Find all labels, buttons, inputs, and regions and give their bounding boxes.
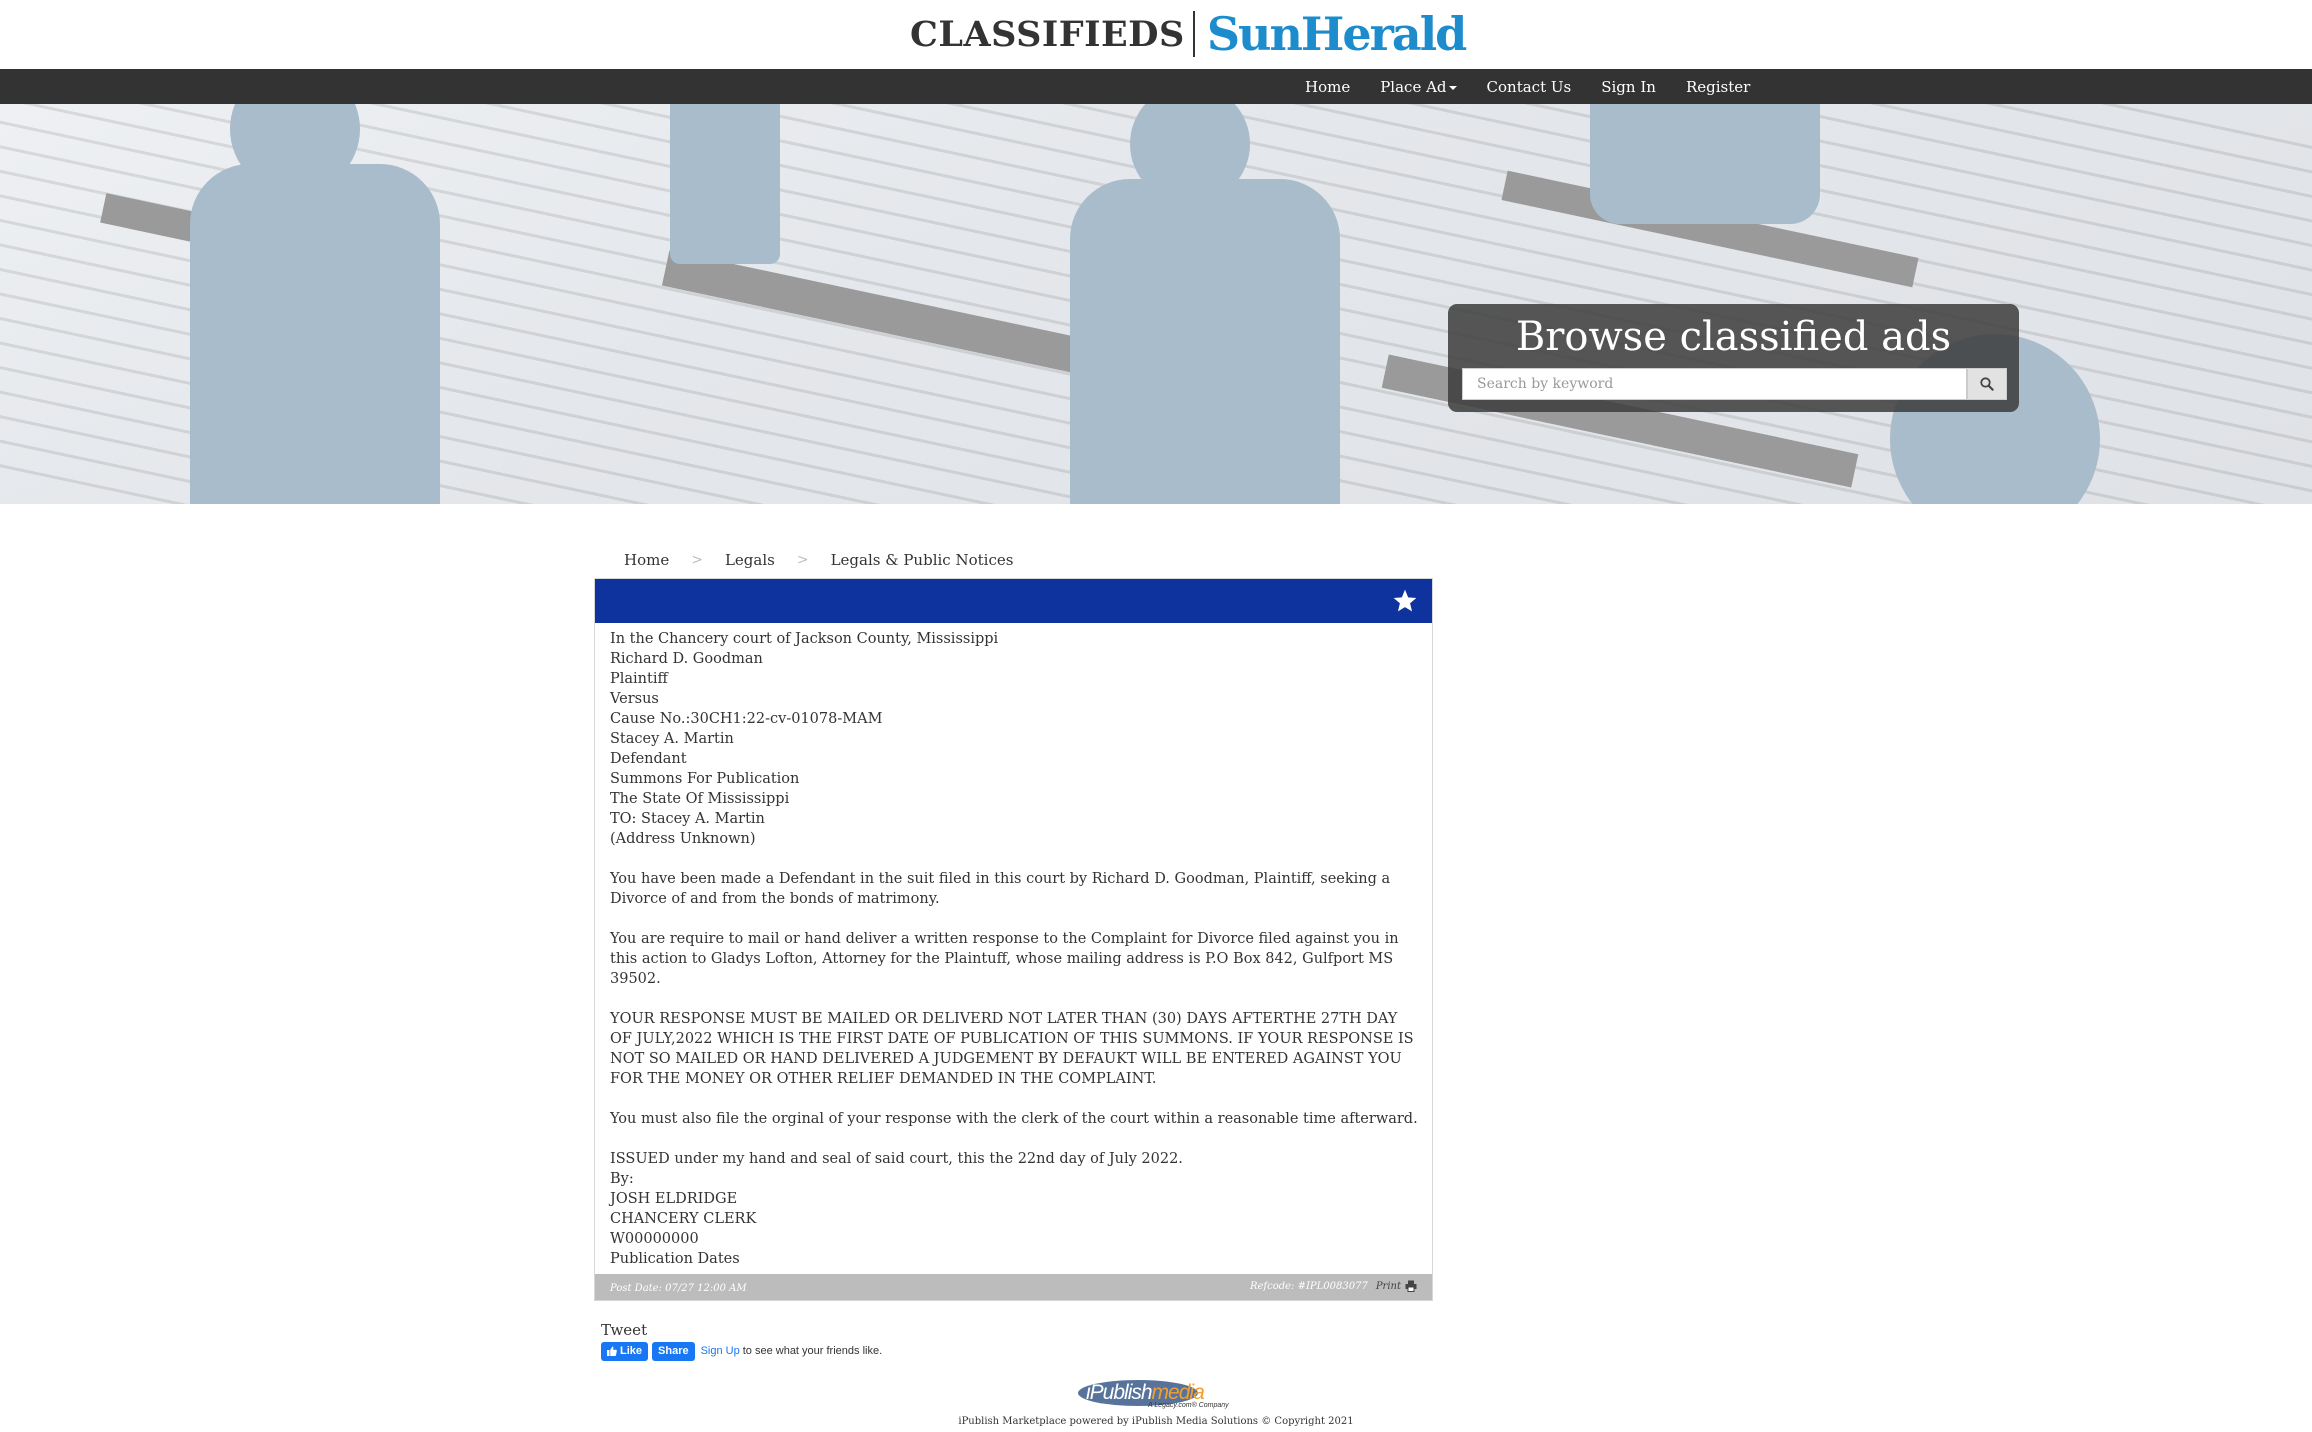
breadcrumb-separator: > bbox=[796, 552, 809, 568]
ad-line: TO: Stacey A. Martin bbox=[610, 811, 765, 827]
ad-line: Summons For Publication bbox=[610, 771, 800, 787]
breadcrumb-home[interactable]: Home bbox=[624, 551, 669, 569]
ad-line: In the Chancery court of Jackson County,… bbox=[610, 631, 999, 647]
search-icon bbox=[1980, 377, 1994, 391]
breadcrumb-separator: > bbox=[691, 552, 703, 568]
search-button[interactable] bbox=[1967, 368, 2007, 400]
ad-line: W00000000 bbox=[610, 1231, 699, 1247]
ad-line: CHANCERY CLERK bbox=[610, 1211, 757, 1227]
ad-line: By: bbox=[610, 1171, 634, 1187]
thumbs-up-icon bbox=[607, 1346, 617, 1356]
breadcrumb-legals[interactable]: Legals bbox=[725, 551, 775, 569]
ad-line: Richard D. Goodman bbox=[610, 651, 763, 667]
ad-line: Cause No.:30CH1:22-cv-01078-MAM bbox=[610, 711, 883, 727]
nav-register[interactable]: Register bbox=[1686, 78, 1750, 96]
nav-place-ad[interactable]: Place Ad bbox=[1380, 77, 1457, 96]
ad-line: The State Of Mississippi bbox=[610, 791, 790, 807]
ad-paragraph: You are require to mail or hand deliver … bbox=[610, 931, 1399, 987]
ad-footer-actions: Refcode: #IPL0083077 Print bbox=[1250, 1280, 1417, 1292]
nav-contact-us[interactable]: Contact Us bbox=[1487, 78, 1572, 96]
nav-menu: Home Place Ad Contact Us Sign In Registe… bbox=[1290, 69, 1765, 104]
ad-line: Versus bbox=[610, 691, 659, 707]
search-panel: Browse classified ads bbox=[1448, 304, 2019, 412]
ad-footer: Post Date: 07/27 12:00 AM Refcode: #IPL0… bbox=[595, 1274, 1432, 1300]
refcode: Refcode: #IPL0083077 bbox=[1249, 1280, 1368, 1292]
facebook-widget: Like Share Sign Up to see what your frie… bbox=[601, 1341, 882, 1361]
ad-line: Defendant bbox=[610, 751, 687, 767]
main-navbar: Home Place Ad Contact Us Sign In Registe… bbox=[0, 69, 2312, 104]
facebook-like-button[interactable]: Like bbox=[601, 1341, 649, 1361]
facebook-sign-up-text: to see what your friends like. bbox=[742, 1345, 883, 1357]
facebook-sign-up-link[interactable]: Sign Up bbox=[701, 1345, 740, 1357]
brand-classifieds: CLASSIFIEDS bbox=[910, 13, 1185, 55]
printer-icon bbox=[1405, 1280, 1417, 1292]
star-icon[interactable] bbox=[1392, 588, 1418, 614]
brand-paper-name: SunHerald bbox=[1206, 7, 1468, 61]
ad-paragraph: You have been made a Defendant in the su… bbox=[610, 871, 1391, 907]
nav-home[interactable]: Home bbox=[1305, 78, 1350, 96]
ad-paragraph: YOUR RESPONSE MUST BE MAILED OR DELIVERD… bbox=[610, 1011, 1414, 1087]
post-date: Post Date: 07/27 12:00 AM bbox=[610, 1283, 747, 1294]
brand-divider bbox=[1192, 11, 1195, 57]
copyright-text: iPublish Marketplace powered by iPublish… bbox=[958, 1416, 1354, 1427]
ad-header bbox=[595, 579, 1432, 623]
facebook-share-button[interactable]: Share bbox=[652, 1341, 695, 1361]
print-button[interactable]: Print bbox=[1376, 1280, 1417, 1292]
ad-line: JOSH ELDRIDGE bbox=[610, 1191, 738, 1207]
search-input[interactable] bbox=[1462, 368, 1967, 400]
ad-card: In the Chancery court of Jackson County,… bbox=[594, 578, 1433, 1301]
breadcrumb-legals-public-notices[interactable]: Legals & Public Notices bbox=[831, 551, 1014, 569]
ad-line: Stacey A. Martin bbox=[610, 731, 734, 747]
ad-line: Publication Dates bbox=[610, 1251, 740, 1267]
ad-line: Plaintiff bbox=[610, 671, 668, 687]
search-title: Browse classified ads bbox=[1515, 314, 1952, 360]
print-label: Print bbox=[1375, 1280, 1401, 1292]
breadcrumb: Home > Legals > Legals & Public Notices bbox=[624, 550, 1013, 570]
ipublish-media-logo[interactable]: iPublishmedia A Legacy.com® Company bbox=[1078, 1377, 1236, 1411]
caret-down-icon bbox=[1448, 86, 1457, 90]
tweet-link[interactable]: Tweet bbox=[601, 1321, 647, 1339]
hero-banner: Browse classified ads bbox=[0, 104, 2312, 504]
facebook-like-label: Like bbox=[620, 1345, 643, 1357]
ad-paragraph: You must also file the orginal of your r… bbox=[610, 1111, 1418, 1127]
ad-body: In the Chancery court of Jackson County,… bbox=[610, 629, 1420, 1269]
nav-sign-in[interactable]: Sign In bbox=[1601, 78, 1656, 96]
ad-line: (Address Unknown) bbox=[610, 831, 756, 847]
site-logo[interactable]: CLASSIFIEDS SunHerald bbox=[910, 7, 1468, 61]
site-header: CLASSIFIEDS SunHerald bbox=[0, 0, 2312, 69]
ad-line: ISSUED under my hand and seal of said co… bbox=[610, 1151, 1183, 1167]
logo-tagline: A Legacy.com® Company bbox=[1148, 1402, 1229, 1409]
nav-place-ad-label: Place Ad bbox=[1380, 77, 1447, 96]
